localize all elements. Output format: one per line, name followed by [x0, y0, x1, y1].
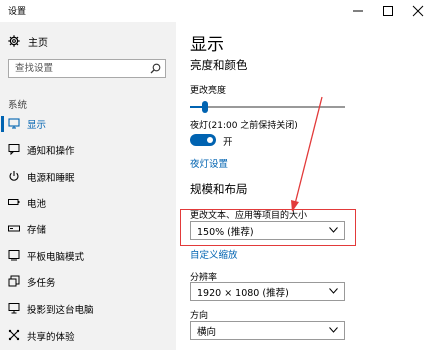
main-content: 显示 亮度和颜色 更改亮度 夜灯(21:00 之前保持关闭) 开 夜灯设置 规模… [176, 22, 443, 350]
sidebar-item-label: 电源和睡眠 [27, 173, 75, 184]
sidebar-item-label: 电池 [27, 199, 47, 210]
page-title: 显示 [190, 35, 224, 55]
power-icon [9, 171, 19, 181]
close-icon [412, 5, 424, 17]
sidebar: 主页 系统 显示 通知和操作 电源和睡眠 [0, 22, 176, 350]
sidebar-item-shared-experiences[interactable]: 共享的体验 [0, 326, 176, 346]
sidebar-item-multitasking[interactable]: 多任务 [0, 272, 176, 292]
minimize-button[interactable] [343, 0, 373, 22]
title-bar: 设置 [0, 0, 443, 22]
active-indicator [1, 116, 4, 132]
slider-thumb[interactable] [202, 101, 208, 113]
sidebar-item-label: 通知和操作 [27, 146, 75, 157]
brightness-slider[interactable] [190, 101, 345, 113]
sidebar-item-label: 共享的体验 [27, 332, 75, 343]
chevron-down-icon [329, 327, 338, 333]
gear-icon [8, 35, 20, 47]
project-icon [8, 303, 20, 314]
sidebar-item-battery[interactable]: 电池 [0, 193, 176, 213]
sidebar-item-notifications[interactable]: 通知和操作 [0, 140, 176, 160]
night-light-toggle-label: 开 [223, 137, 233, 148]
toggle-knob [207, 137, 213, 143]
resolution-dropdown[interactable]: 1920 × 1080 (推荐) [190, 282, 345, 301]
battery-icon [8, 199, 20, 205]
orientation-dropdown[interactable]: 横向 [190, 321, 345, 340]
search-input[interactable] [15, 62, 145, 75]
sidebar-item-label: 显示 [27, 120, 47, 131]
sidebar-item-label: 投影到这台电脑 [27, 305, 94, 316]
home-label: 主页 [28, 38, 48, 49]
night-light-label: 夜灯(21:00 之前保持关闭) [190, 121, 298, 131]
sidebar-item-power[interactable]: 电源和睡眠 [0, 167, 176, 187]
sidebar-item-label: 存储 [27, 225, 47, 236]
section-label: 系统 [8, 100, 28, 111]
window-title: 设置 [8, 7, 27, 17]
multitask-icon [8, 275, 20, 287]
chevron-down-icon [329, 288, 338, 294]
night-light-toggle[interactable] [190, 134, 216, 146]
sidebar-item-project[interactable]: 投影到这台电脑 [0, 299, 176, 319]
annotation-highlight-box [180, 209, 356, 246]
scale-heading: 规模和布局 [190, 182, 248, 196]
sidebar-item-label: 平板电脑模式 [27, 252, 85, 263]
sidebar-item-label: 多任务 [27, 278, 56, 289]
slider-track [190, 106, 345, 108]
search-box[interactable] [8, 59, 166, 78]
storage-icon [8, 225, 20, 232]
night-light-settings-link[interactable]: 夜灯设置 [190, 156, 228, 170]
maximize-icon [383, 6, 393, 16]
minimize-icon [353, 10, 363, 12]
resolution-value: 1920 × 1080 (推荐) [197, 288, 289, 299]
orientation-label: 方向 [190, 311, 209, 321]
maximize-button[interactable] [373, 0, 403, 22]
brightness-heading: 亮度和颜色 [190, 58, 248, 72]
search-icon[interactable] [150, 63, 161, 74]
sidebar-item-display[interactable]: 显示 [0, 114, 176, 134]
sidebar-item-storage[interactable]: 存储 [0, 219, 176, 239]
message-icon [8, 144, 20, 155]
brightness-label: 更改亮度 [190, 86, 227, 96]
sidebar-item-tablet-mode[interactable]: 平板电脑模式 [0, 246, 176, 266]
close-button[interactable] [403, 0, 433, 22]
custom-scaling-link[interactable]: 自定义缩放 [190, 247, 238, 261]
tablet-icon [8, 250, 20, 261]
monitor-icon [8, 118, 20, 129]
orientation-value: 横向 [197, 327, 217, 338]
share-icon [8, 329, 20, 341]
